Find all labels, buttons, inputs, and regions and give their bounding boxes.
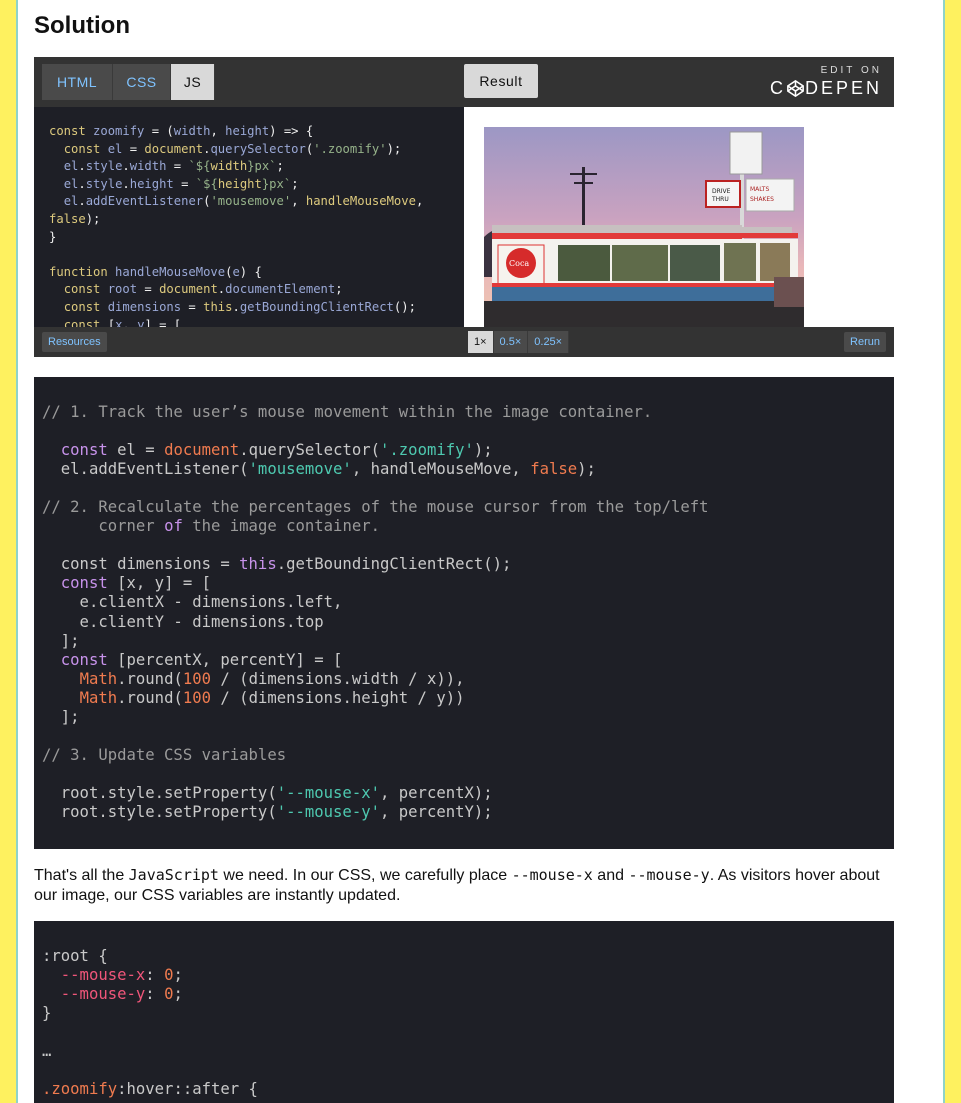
- codepen-footer: Resources 1× 0.5× 0.25× Rerun: [34, 327, 894, 357]
- codepen-embed: HTML CSS JS Result EDIT ON C DEPEN const…: [34, 57, 894, 357]
- para-text-3: and: [592, 867, 629, 884]
- edit-on-label: EDIT ON: [820, 65, 882, 76]
- codepen-header: HTML CSS JS Result EDIT ON C DEPEN: [34, 57, 894, 107]
- rerun-button[interactable]: Rerun: [844, 332, 886, 352]
- js-code-panel[interactable]: const zoomify = (width, height) => { con…: [34, 107, 464, 327]
- para-text-2: we need. In our CSS, we carefully place: [218, 867, 512, 884]
- diner-photo: DRIVE THRU MALTS SHAKES Coca: [484, 127, 804, 327]
- svg-text:THRU: THRU: [711, 196, 729, 203]
- inline-code-mouse-y: --mouse-y: [628, 866, 710, 884]
- zoom-1x-button[interactable]: 1×: [468, 331, 494, 353]
- zoom-controls: 1× 0.5× 0.25×: [468, 331, 570, 353]
- tab-css[interactable]: CSS: [113, 64, 171, 100]
- result-button[interactable]: Result: [464, 64, 538, 98]
- zoom-025x-button[interactable]: 0.25×: [528, 331, 570, 353]
- js-code-block: // 1. Track the user’s mouse movement wi…: [34, 377, 894, 849]
- css-code: :root { --mouse-x: 0; --mouse-y: 0; } … …: [42, 947, 258, 1099]
- tab-html[interactable]: HTML: [42, 64, 113, 100]
- css-code-block: :root { --mouse-x: 0; --mouse-y: 0; } … …: [34, 921, 894, 1103]
- diner-image[interactable]: DRIVE THRU MALTS SHAKES Coca: [484, 127, 804, 327]
- para-text-1: That's all the: [34, 867, 129, 884]
- codepen-tabs: HTML CSS JS: [42, 64, 215, 100]
- svg-text:MALTS: MALTS: [750, 186, 769, 193]
- inline-code-javascript: JavaScript: [128, 866, 219, 884]
- edit-on-codepen-link[interactable]: EDIT ON C DEPEN: [770, 65, 882, 99]
- tab-js[interactable]: JS: [171, 64, 215, 100]
- resources-button[interactable]: Resources: [42, 332, 107, 352]
- codepen-logo: C DEPEN: [769, 78, 882, 98]
- svg-text:DRIVE: DRIVE: [712, 188, 731, 195]
- js-code: // 1. Track the user’s mouse movement wi…: [42, 403, 709, 821]
- explanation-paragraph: That's all the JavaScript we need. In ou…: [34, 865, 894, 906]
- inline-code-mouse-x: --mouse-x: [511, 866, 593, 884]
- codepen-icon: [787, 80, 804, 97]
- result-panel: DRIVE THRU MALTS SHAKES Coca: [464, 107, 894, 327]
- zoom-05x-button[interactable]: 0.5×: [493, 331, 529, 353]
- section-heading: Solution: [34, 12, 130, 39]
- svg-text:Coca: Coca: [509, 259, 529, 268]
- svg-text:SHAKES: SHAKES: [750, 196, 774, 203]
